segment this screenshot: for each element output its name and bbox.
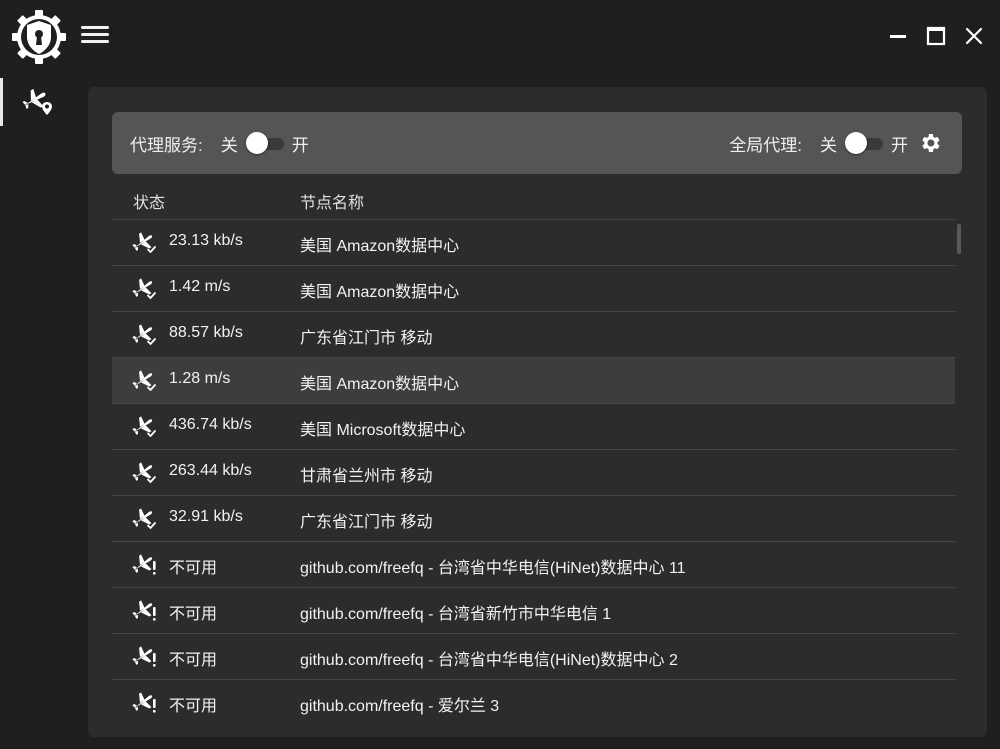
column-header-status[interactable]: 状态 — [133, 189, 165, 213]
node-status: 不可用 — [169, 606, 218, 623]
plane-check-icon — [132, 507, 158, 531]
plane-warning-icon — [132, 553, 158, 577]
node-name: 广东省江门市 移动 — [300, 330, 433, 347]
node-name: github.com/freefq - 台湾省中华电信(HiNet)数据中心 2 — [300, 652, 678, 669]
table-row[interactable]: 88.57 kb/s 广东省江门市 移动 — [112, 311, 955, 357]
plane-location-icon — [22, 88, 52, 115]
proxy-service-label: 代理服务: — [130, 135, 203, 155]
app-logo-shield-gear-icon — [10, 8, 68, 66]
node-status: 不可用 — [169, 698, 218, 715]
node-name: 美国 Amazon数据中心 — [300, 376, 460, 393]
node-name: 广东省江门市 移动 — [300, 514, 433, 531]
proxy-off-label: 关 — [220, 135, 238, 155]
control-bar: 代理服务: 关 开 全局代理: 关 开 — [112, 112, 962, 174]
table-row[interactable]: 不可用 github.com/freefq - 爱尔兰 3 — [112, 679, 955, 725]
close-icon[interactable] — [962, 24, 986, 48]
sidebar-active-indicator — [0, 78, 3, 126]
node-status: 1.42 m/s — [169, 278, 231, 295]
node-status: 23.13 kb/s — [169, 232, 243, 249]
window-controls — [886, 24, 986, 48]
gear-icon[interactable] — [918, 131, 942, 155]
table-row[interactable]: 1.28 m/s 美国 Amazon数据中心 — [112, 357, 955, 403]
node-status: 436.74 kb/s — [169, 416, 252, 433]
node-status: 263.44 kb/s — [169, 462, 252, 479]
node-status: 88.57 kb/s — [169, 324, 243, 341]
table-row[interactable]: 1.42 m/s 美国 Amazon数据中心 — [112, 265, 955, 311]
plane-warning-icon — [132, 691, 158, 715]
node-name: 美国 Microsoft数据中心 — [300, 422, 466, 439]
node-name: github.com/freefq - 台湾省新竹市中华电信 1 — [300, 606, 612, 623]
column-header-node-name[interactable]: 节点名称 — [300, 189, 364, 213]
minimize-icon[interactable] — [886, 24, 910, 48]
list-scrollbar[interactable] — [957, 224, 961, 254]
node-status: 1.28 m/s — [169, 370, 231, 387]
global-proxy-group: 全局代理: 关 开 — [729, 112, 942, 174]
plane-warning-icon — [132, 599, 158, 623]
table-row[interactable]: 不可用 github.com/freefq - 台湾省新竹市中华电信 1 — [112, 587, 955, 633]
table-row[interactable]: 436.74 kb/s 美国 Microsoft数据中心 — [112, 403, 955, 449]
menu-icon[interactable] — [79, 20, 111, 56]
node-name: 美国 Amazon数据中心 — [300, 284, 460, 301]
proxy-service-group: 代理服务: 关 开 — [130, 112, 309, 174]
plane-check-icon — [132, 277, 158, 301]
node-status: 不可用 — [169, 652, 218, 669]
global-proxy-label: 全局代理: — [729, 135, 802, 155]
table-row[interactable]: 不可用 github.com/freefq - 台湾省中华电信(HiNet)数据中… — [112, 541, 955, 587]
table-row[interactable]: 263.44 kb/s 甘肃省兰州市 移动 — [112, 449, 955, 495]
app-window: 代理服务: 关 开 全局代理: 关 开 状态 节点名称 23.13 kb/s 美… — [0, 0, 1000, 749]
plane-check-icon — [132, 461, 158, 485]
node-list: 23.13 kb/s 美国 Amazon数据中心 1.42 m/s 美国 Amazon… — [112, 219, 955, 734]
plane-warning-icon — [132, 645, 158, 669]
node-name: 美国 Amazon数据中心 — [300, 238, 460, 255]
proxy-on-label: 开 — [291, 135, 309, 155]
table-row[interactable]: 23.13 kb/s 美国 Amazon数据中心 — [112, 219, 955, 265]
node-name: 甘肃省兰州市 移动 — [300, 468, 433, 485]
plane-check-icon — [132, 369, 158, 393]
global-on-label: 开 — [891, 135, 908, 155]
plane-check-icon — [132, 415, 158, 439]
node-status: 不可用 — [169, 560, 218, 577]
proxy-service-toggle[interactable] — [245, 132, 284, 154]
main-panel: 代理服务: 关 开 全局代理: 关 开 状态 节点名称 23.13 kb/s 美… — [88, 87, 987, 737]
node-name: github.com/freefq - 爱尔兰 3 — [300, 698, 500, 715]
node-name: github.com/freefq - 台湾省中华电信(HiNet)数据中心 1… — [300, 560, 686, 577]
node-status: 32.91 kb/s — [169, 508, 243, 525]
global-proxy-toggle[interactable] — [845, 132, 883, 154]
sidebar-item-nodes[interactable] — [22, 88, 54, 116]
table-row[interactable]: 不可用 github.com/freefq - 台湾省中华电信(HiNet)数据中… — [112, 633, 955, 679]
table-header: 状态 节点名称 — [112, 179, 955, 219]
plane-check-icon — [132, 323, 158, 347]
maximize-icon[interactable] — [924, 24, 948, 48]
plane-check-icon — [132, 231, 158, 255]
global-off-label: 关 — [820, 135, 837, 155]
table-row[interactable]: 32.91 kb/s 广东省江门市 移动 — [112, 495, 955, 541]
